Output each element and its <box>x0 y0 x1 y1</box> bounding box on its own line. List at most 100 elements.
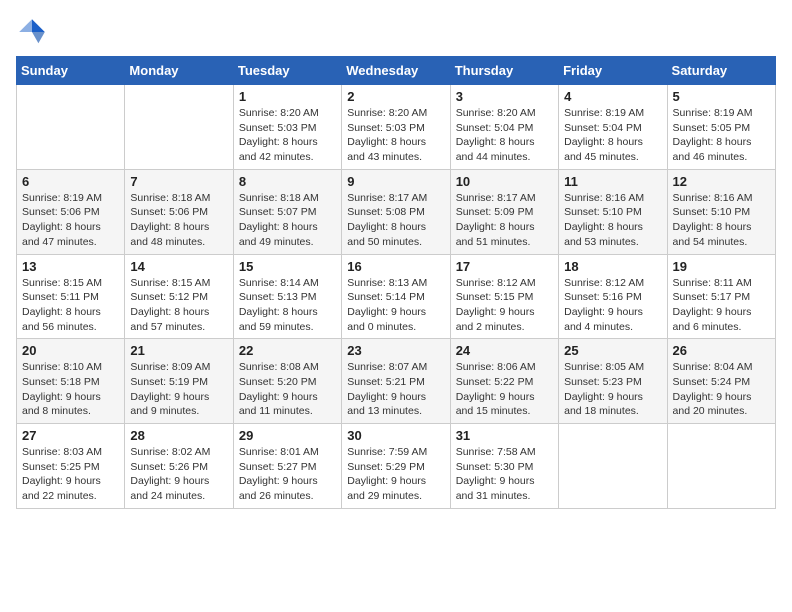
day-number: 20 <box>22 343 119 358</box>
day-number: 23 <box>347 343 444 358</box>
calendar-header-monday: Monday <box>125 57 233 85</box>
day-number: 8 <box>239 174 336 189</box>
calendar-cell: 22Sunrise: 8:08 AM Sunset: 5:20 PM Dayli… <box>233 339 341 424</box>
calendar-cell <box>667 424 775 509</box>
calendar-cell: 23 Sunrise: 8:07 AM Sunset: 5:21 PM Dayli… <box>342 339 450 424</box>
day-number: 7 <box>130 174 227 189</box>
calendar-cell: 12 Sunrise: 8:16 AM Sunset: 5:10 PM Dayli… <box>667 169 775 254</box>
calendar-cell: 26 Sunrise: 8:04 AM Sunset: 5:24 PM Dayli… <box>667 339 775 424</box>
day-number: 13 <box>22 259 119 274</box>
day-info: Sunrise: 8:14 AM Sunset: 5:13 PM Dayligh… <box>239 276 336 335</box>
day-number: 21 <box>130 343 227 358</box>
calendar-week-row: 6 Sunrise: 8:19 AM Sunset: 5:06 PM Daylig… <box>17 169 776 254</box>
day-number: 3 <box>456 89 553 104</box>
calendar-cell: 16 Sunrise: 8:13 AM Sunset: 5:14 PM Dayli… <box>342 254 450 339</box>
calendar-cell <box>559 424 667 509</box>
calendar-cell: 17 Sunrise: 8:12 AM Sunset: 5:15 PM Dayli… <box>450 254 558 339</box>
calendar-cell <box>17 85 125 170</box>
calendar-cell: 20 Sunrise: 8:10 AM Sunset: 5:18 PM Dayli… <box>17 339 125 424</box>
calendar-header-saturday: Saturday <box>667 57 775 85</box>
day-info: Sunrise: 8:06 AM Sunset: 5:22 PM Dayligh… <box>456 360 553 419</box>
day-number: 30 <box>347 428 444 443</box>
day-number: 29 <box>239 428 336 443</box>
page-header <box>16 16 776 48</box>
day-info: Sunrise: 8:04 AM Sunset: 5:24 PM Dayligh… <box>673 360 770 419</box>
day-info: Sunrise: 8:13 AM Sunset: 5:14 PM Dayligh… <box>347 276 444 335</box>
day-info: Sunrise: 8:11 AM Sunset: 5:17 PM Dayligh… <box>673 276 770 335</box>
day-info: Sunrise: 7:58 AM Sunset: 5:30 PM Dayligh… <box>456 445 553 504</box>
day-info: Sunrise: 8:20 AM Sunset: 5:03 PM Dayligh… <box>347 106 444 165</box>
calendar-cell: 18 Sunrise: 8:12 AM Sunset: 5:16 PM Dayli… <box>559 254 667 339</box>
calendar-cell: 13Sunrise: 8:15 AM Sunset: 5:11 PM Dayli… <box>17 254 125 339</box>
day-info: Sunrise: 8:20 AM Sunset: 5:03 PM Dayligh… <box>239 106 336 165</box>
day-info: Sunrise: 8:16 AM Sunset: 5:10 PM Dayligh… <box>564 191 661 250</box>
calendar-cell: 9 Sunrise: 8:17 AM Sunset: 5:08 PM Daylig… <box>342 169 450 254</box>
day-number: 18 <box>564 259 661 274</box>
calendar-cell: 3 Sunrise: 8:20 AM Sunset: 5:04 PM Daylig… <box>450 85 558 170</box>
day-info: Sunrise: 8:18 AM Sunset: 5:07 PM Dayligh… <box>239 191 336 250</box>
day-info: Sunrise: 8:18 AM Sunset: 5:06 PM Dayligh… <box>130 191 227 250</box>
calendar-cell: 1 Sunrise: 8:20 AM Sunset: 5:03 PM Daylig… <box>233 85 341 170</box>
calendar-header-wednesday: Wednesday <box>342 57 450 85</box>
day-number: 2 <box>347 89 444 104</box>
day-info: Sunrise: 8:01 AM Sunset: 5:27 PM Dayligh… <box>239 445 336 504</box>
calendar-cell: 24Sunrise: 8:06 AM Sunset: 5:22 PM Dayli… <box>450 339 558 424</box>
day-number: 14 <box>130 259 227 274</box>
calendar-cell: 5Sunrise: 8:19 AM Sunset: 5:05 PM Daylig… <box>667 85 775 170</box>
day-number: 12 <box>673 174 770 189</box>
calendar-week-row: 13Sunrise: 8:15 AM Sunset: 5:11 PM Dayli… <box>17 254 776 339</box>
day-number: 22 <box>239 343 336 358</box>
day-number: 4 <box>564 89 661 104</box>
calendar-cell: 27 Sunrise: 8:03 AM Sunset: 5:25 PM Dayli… <box>17 424 125 509</box>
day-number: 16 <box>347 259 444 274</box>
day-info: Sunrise: 8:12 AM Sunset: 5:15 PM Dayligh… <box>456 276 553 335</box>
calendar-cell: 31Sunrise: 7:58 AM Sunset: 5:30 PM Dayli… <box>450 424 558 509</box>
day-info: Sunrise: 8:02 AM Sunset: 5:26 PM Dayligh… <box>130 445 227 504</box>
day-number: 27 <box>22 428 119 443</box>
day-info: Sunrise: 7:59 AM Sunset: 5:29 PM Dayligh… <box>347 445 444 504</box>
calendar-cell: 4 Sunrise: 8:19 AM Sunset: 5:04 PM Daylig… <box>559 85 667 170</box>
day-number: 15 <box>239 259 336 274</box>
calendar-cell: 29 Sunrise: 8:01 AM Sunset: 5:27 PM Dayli… <box>233 424 341 509</box>
day-info: Sunrise: 8:17 AM Sunset: 5:08 PM Dayligh… <box>347 191 444 250</box>
day-number: 1 <box>239 89 336 104</box>
day-number: 26 <box>673 343 770 358</box>
logo-icon <box>16 16 48 48</box>
day-info: Sunrise: 8:19 AM Sunset: 5:04 PM Dayligh… <box>564 106 661 165</box>
day-info: Sunrise: 8:15 AM Sunset: 5:12 PM Dayligh… <box>130 276 227 335</box>
day-info: Sunrise: 8:16 AM Sunset: 5:10 PM Dayligh… <box>673 191 770 250</box>
calendar-week-row: 1 Sunrise: 8:20 AM Sunset: 5:03 PM Daylig… <box>17 85 776 170</box>
calendar-cell <box>125 85 233 170</box>
calendar-cell: 6 Sunrise: 8:19 AM Sunset: 5:06 PM Daylig… <box>17 169 125 254</box>
day-number: 9 <box>347 174 444 189</box>
day-number: 25 <box>564 343 661 358</box>
day-info: Sunrise: 8:07 AM Sunset: 5:21 PM Dayligh… <box>347 360 444 419</box>
calendar-header-sunday: Sunday <box>17 57 125 85</box>
calendar-cell: 14 Sunrise: 8:15 AM Sunset: 5:12 PM Dayli… <box>125 254 233 339</box>
calendar-cell: 15 Sunrise: 8:14 AM Sunset: 5:13 PM Dayli… <box>233 254 341 339</box>
calendar-table: SundayMondayTuesdayWednesdayThursdayFrid… <box>16 56 776 509</box>
day-info: Sunrise: 8:03 AM Sunset: 5:25 PM Dayligh… <box>22 445 119 504</box>
day-info: Sunrise: 8:19 AM Sunset: 5:06 PM Dayligh… <box>22 191 119 250</box>
calendar-cell: 8 Sunrise: 8:18 AM Sunset: 5:07 PM Daylig… <box>233 169 341 254</box>
day-number: 11 <box>564 174 661 189</box>
logo <box>16 16 52 48</box>
calendar-cell: 19Sunrise: 8:11 AM Sunset: 5:17 PM Dayli… <box>667 254 775 339</box>
calendar-week-row: 20 Sunrise: 8:10 AM Sunset: 5:18 PM Dayli… <box>17 339 776 424</box>
calendar-header-thursday: Thursday <box>450 57 558 85</box>
calendar-cell: 7 Sunrise: 8:18 AM Sunset: 5:06 PM Daylig… <box>125 169 233 254</box>
day-info: Sunrise: 8:10 AM Sunset: 5:18 PM Dayligh… <box>22 360 119 419</box>
day-info: Sunrise: 8:12 AM Sunset: 5:16 PM Dayligh… <box>564 276 661 335</box>
calendar-header-friday: Friday <box>559 57 667 85</box>
calendar-cell: 30 Sunrise: 7:59 AM Sunset: 5:29 PM Dayli… <box>342 424 450 509</box>
day-info: Sunrise: 8:20 AM Sunset: 5:04 PM Dayligh… <box>456 106 553 165</box>
day-info: Sunrise: 8:19 AM Sunset: 5:05 PM Dayligh… <box>673 106 770 165</box>
day-number: 6 <box>22 174 119 189</box>
day-info: Sunrise: 8:05 AM Sunset: 5:23 PM Dayligh… <box>564 360 661 419</box>
day-number: 28 <box>130 428 227 443</box>
calendar-week-row: 27 Sunrise: 8:03 AM Sunset: 5:25 PM Dayli… <box>17 424 776 509</box>
day-info: Sunrise: 8:17 AM Sunset: 5:09 PM Dayligh… <box>456 191 553 250</box>
calendar-cell: 25 Sunrise: 8:05 AM Sunset: 5:23 PM Dayli… <box>559 339 667 424</box>
day-number: 17 <box>456 259 553 274</box>
calendar-header-tuesday: Tuesday <box>233 57 341 85</box>
